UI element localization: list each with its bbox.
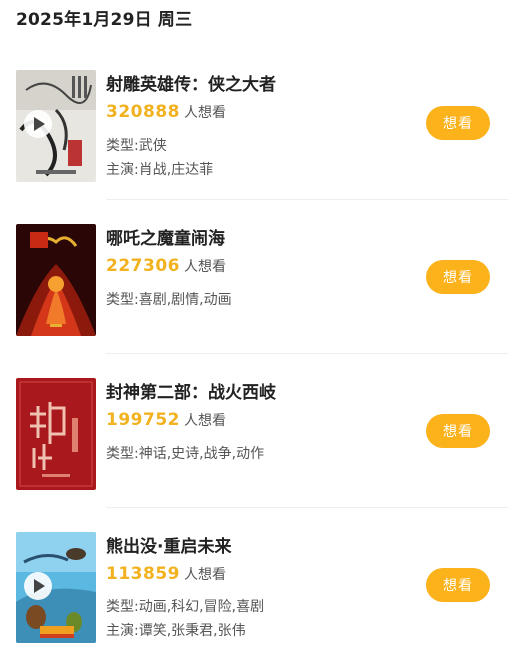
want-to-watch-button[interactable]: 想看 [426,414,490,448]
movie-item[interactable]: 哪吒之魔童闹海 227306 人想看 类型:喜剧,剧情,动画 想看 [0,208,514,362]
want-count-suffix: 人想看 [183,567,226,583]
movie-item[interactable]: 熊出没·重启未来 113859 人想看 类型:动画,科幻,冒险,喜剧 主演:谭笑,… [0,516,514,670]
want-count-line: 227306 人想看 [106,256,226,277]
want-count-line: 199752 人想看 [106,410,226,431]
want-count: 113859 [106,564,180,584]
movie-title[interactable]: 封神第二部：战火西岐 [106,378,276,403]
play-icon [34,579,45,593]
play-icon [34,117,45,131]
want-to-watch-button[interactable]: 想看 [426,106,490,140]
movie-genre: 类型:喜剧,剧情,动画 [106,292,232,308]
movie-item[interactable]: 封神第二部：战火西岐 199752 人想看 类型:神话,史诗,战争,动作 想看 [0,362,514,516]
want-count: 227306 [106,256,180,276]
want-to-watch-button[interactable]: 想看 [426,260,490,294]
movie-poster[interactable] [16,378,96,490]
play-trailer-button[interactable] [24,110,52,138]
divider [106,353,508,354]
divider [106,507,508,508]
play-trailer-button[interactable] [24,572,52,600]
movie-title[interactable]: 哪吒之魔童闹海 [106,224,225,249]
want-count-suffix: 人想看 [183,105,226,121]
movie-genre: 类型:武侠 [106,138,167,154]
want-count: 320888 [106,102,180,122]
movie-genre: 类型:动画,科幻,冒险,喜剧 [106,599,265,615]
movie-item[interactable]: 射雕英雄传：侠之大者 320888 人想看 类型:武侠 主演:肖战,庄达菲 想看 [0,54,514,208]
movie-cast: 主演:肖战,庄达菲 [106,162,214,178]
divider [106,199,508,200]
want-count: 199752 [106,410,180,430]
want-count-suffix: 人想看 [183,413,226,429]
want-count-suffix: 人想看 [183,259,226,275]
want-to-watch-button[interactable]: 想看 [426,568,490,602]
movie-cast: 主演:谭笑,张秉君,张伟 [106,623,246,639]
movie-title[interactable]: 熊出没·重启未来 [106,532,231,557]
want-count-line: 320888 人想看 [106,102,226,123]
date-header: 2025年1月29日 周三 [16,10,193,30]
movie-poster[interactable] [16,224,96,336]
movie-title[interactable]: 射雕英雄传：侠之大者 [106,70,276,95]
want-count-line: 113859 人想看 [106,564,226,585]
movie-genre: 类型:神话,史诗,战争,动作 [106,446,265,462]
